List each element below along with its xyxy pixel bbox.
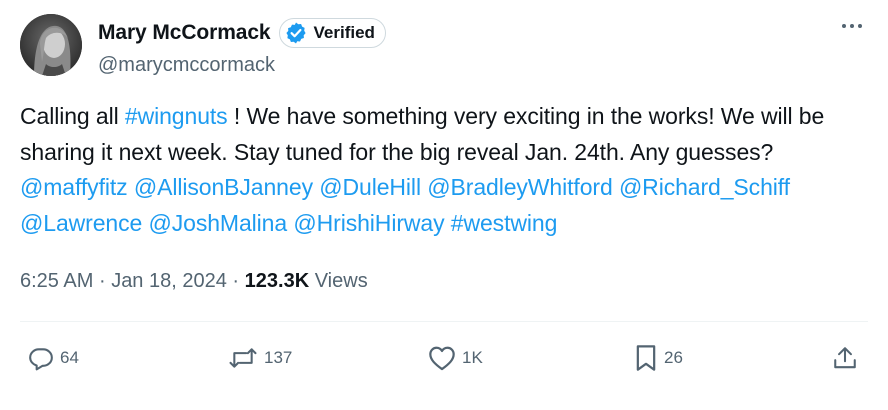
repost-count: 137 — [264, 348, 293, 367]
reply-button[interactable]: 64 — [28, 340, 79, 376]
verified-pill[interactable]: Verified — [278, 18, 386, 48]
display-name[interactable]: Mary McCormack — [98, 21, 271, 45]
mention-link[interactable]: @JoshMalina — [148, 210, 287, 236]
hashtag-link[interactable]: #wingnuts — [125, 103, 228, 129]
like-count: 1K — [462, 348, 483, 367]
mention-link[interactable]: @Richard_Schiff — [619, 174, 790, 200]
mention-link[interactable]: @Lawrence — [20, 210, 142, 236]
tweet-card: Mary McCormack Verified @marycmccormack … — [0, 0, 888, 410]
tweet-meta: 6:25 AM · Jan 18, 2024 · 123.3K Views — [20, 270, 368, 293]
meta-separator: · — [232, 270, 240, 292]
handle[interactable]: @marycmccormack — [98, 54, 386, 77]
share-icon — [834, 347, 856, 369]
meta-separator: · — [98, 270, 106, 292]
bookmark-count: 26 — [664, 348, 683, 367]
bookmark-icon — [636, 345, 656, 371]
like-button[interactable]: 1K — [428, 340, 483, 376]
tweet-time[interactable]: 6:25 AM — [20, 270, 93, 292]
name-row: Mary McCormack Verified — [98, 18, 386, 48]
reply-count: 64 — [60, 348, 79, 367]
repost-icon — [229, 348, 257, 368]
share-button[interactable] — [832, 340, 858, 376]
verified-badge-icon — [285, 22, 306, 44]
mention-link[interactable]: @DuleHill — [319, 174, 421, 200]
tweet-text: Calling all #wingnuts ! We have somethin… — [20, 99, 870, 241]
views-label: Views — [314, 270, 368, 292]
avatar[interactable] — [20, 14, 82, 76]
tweet-text-segment: Calling all — [20, 103, 125, 129]
divider — [20, 321, 868, 322]
action-bar: 64 137 1K 26 — [0, 340, 888, 380]
heart-icon — [429, 346, 455, 371]
verified-label: Verified — [313, 23, 375, 42]
mention-link[interactable]: @maffyfitz — [20, 174, 128, 200]
mention-link[interactable]: @BradleyWhitford — [427, 174, 612, 200]
more-dots-icon — [842, 24, 862, 28]
hashtag-link[interactable]: #westwing — [451, 210, 558, 236]
bookmark-button[interactable]: 26 — [634, 340, 683, 376]
tweet-date[interactable]: Jan 18, 2024 — [111, 270, 227, 292]
reply-icon — [29, 348, 53, 371]
mention-link[interactable]: @HrishiHirway — [293, 210, 444, 236]
repost-button[interactable]: 137 — [228, 340, 292, 376]
mention-link[interactable]: @AllisonBJanney — [134, 174, 313, 200]
more-button[interactable] — [838, 14, 866, 38]
views-count: 123.3K — [244, 270, 310, 292]
author-header: Mary McCormack Verified @marycmccormack — [98, 18, 386, 77]
